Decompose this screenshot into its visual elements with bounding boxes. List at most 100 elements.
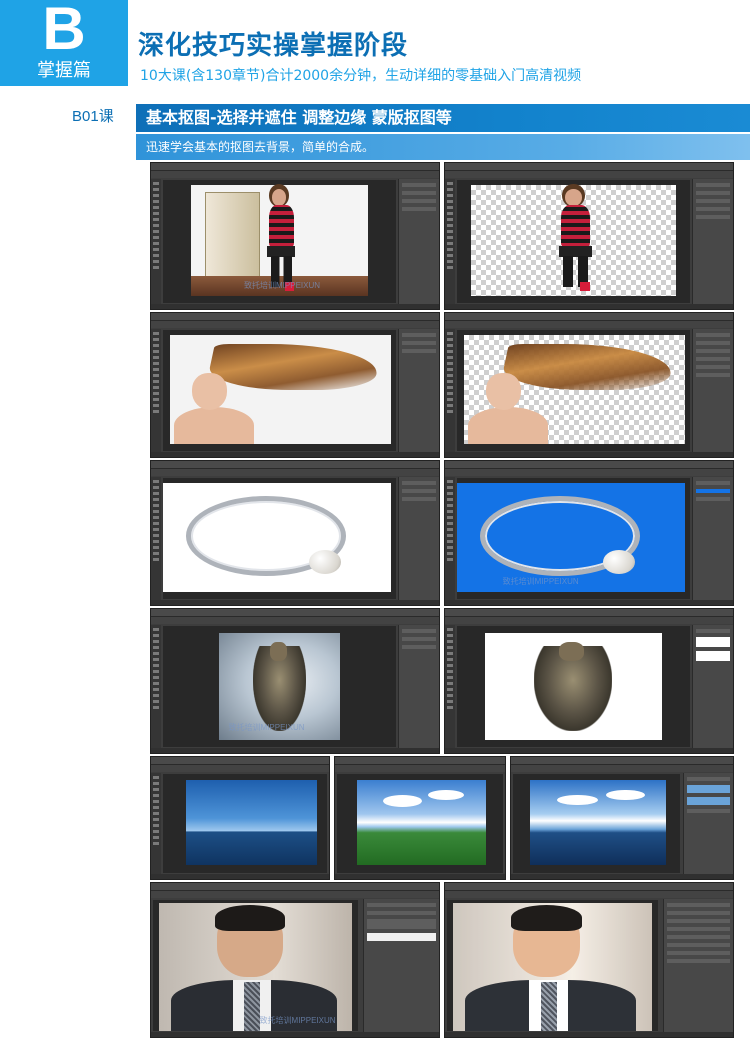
cloud-shape bbox=[557, 795, 599, 806]
tools-panel[interactable] bbox=[151, 625, 161, 753]
options-bar[interactable] bbox=[445, 617, 733, 624]
layers-panel[interactable] bbox=[691, 329, 733, 457]
tools-panel[interactable] bbox=[151, 329, 161, 457]
menu-bar[interactable] bbox=[151, 163, 439, 171]
lesson-description-bar: 迅速学会基本的抠图去背景，简单的合成。 bbox=[136, 134, 750, 160]
layers-panel[interactable] bbox=[397, 179, 439, 309]
figure-body bbox=[268, 204, 294, 247]
ps-window-lake bbox=[150, 756, 330, 880]
layers-panel[interactable] bbox=[691, 179, 733, 309]
hair-shape bbox=[510, 905, 583, 931]
menu-bar[interactable] bbox=[445, 163, 733, 171]
tools-panel[interactable] bbox=[151, 179, 161, 309]
options-bar[interactable] bbox=[151, 617, 439, 624]
options-bar[interactable] bbox=[151, 765, 329, 772]
canvas-image: 致托培训MIPPEIXUN bbox=[190, 184, 368, 296]
tools-panel[interactable] bbox=[445, 477, 455, 605]
figure-head bbox=[565, 189, 582, 206]
menu-bar[interactable] bbox=[151, 461, 439, 469]
menu-bar[interactable] bbox=[151, 313, 439, 321]
options-bar[interactable] bbox=[151, 321, 439, 328]
ps-window-composite bbox=[510, 756, 734, 880]
tools-panel[interactable] bbox=[445, 179, 455, 309]
tools-panel[interactable] bbox=[151, 773, 161, 879]
layers-panel[interactable] bbox=[691, 477, 733, 605]
options-bar[interactable] bbox=[445, 171, 733, 178]
status-bar bbox=[151, 874, 329, 879]
properties-panel[interactable] bbox=[662, 899, 733, 1037]
tools-panel[interactable] bbox=[445, 625, 455, 753]
figure-head bbox=[272, 189, 287, 206]
figure-body bbox=[561, 204, 590, 247]
options-bar[interactable] bbox=[445, 891, 733, 898]
options-bar[interactable] bbox=[445, 469, 733, 476]
layers-panel[interactable] bbox=[691, 625, 733, 753]
lesson-title: 基本抠图-选择并遮住 调整边缘 蒙版抠图等 bbox=[146, 108, 452, 127]
canvas-composite bbox=[529, 779, 667, 866]
layers-panel[interactable] bbox=[397, 329, 439, 457]
document-workspace: 致托培训MIPPEIXUN bbox=[163, 626, 396, 747]
status-bar bbox=[445, 452, 733, 457]
row-landscapes bbox=[150, 756, 734, 880]
options-bar[interactable] bbox=[511, 765, 733, 772]
document-workspace bbox=[457, 180, 690, 303]
cloud-shape bbox=[382, 795, 422, 808]
document-workspace bbox=[337, 774, 503, 873]
warrior-head bbox=[269, 641, 287, 661]
tools-panel[interactable] bbox=[151, 477, 161, 605]
options-bar[interactable] bbox=[151, 469, 439, 476]
pearl-shape bbox=[309, 550, 341, 575]
menu-bar[interactable] bbox=[511, 757, 733, 765]
options-bar[interactable] bbox=[151, 891, 439, 898]
cloud-shape bbox=[606, 790, 645, 801]
hair-shape bbox=[204, 343, 383, 390]
section-label: 掌握篇 bbox=[37, 60, 91, 81]
canvas-image bbox=[169, 334, 392, 444]
canvas-transparent bbox=[463, 334, 686, 444]
ps-window-after bbox=[444, 162, 734, 310]
document-workspace: 致托培训MIPPEIXUN bbox=[163, 180, 396, 303]
status-bar bbox=[445, 600, 733, 605]
menu-bar[interactable] bbox=[151, 609, 439, 617]
menu-bar[interactable] bbox=[335, 757, 505, 765]
status-bar bbox=[151, 452, 439, 457]
warrior-head bbox=[559, 641, 585, 661]
status-bar bbox=[151, 748, 439, 753]
ps-window-after bbox=[444, 312, 734, 458]
ps-window-after: 致托培训MIPPEIXUN bbox=[444, 460, 734, 606]
menu-bar[interactable] bbox=[445, 461, 733, 469]
row-warrior: 致托培训MIPPEIXUN bbox=[150, 608, 734, 754]
options-bar[interactable] bbox=[445, 321, 733, 328]
ps-window-after bbox=[444, 882, 734, 1038]
ps-window-before: 致托培训MIPPEIXUN bbox=[150, 162, 440, 310]
lesson-description: 迅速学会基本的抠图去背景，简单的合成。 bbox=[146, 140, 375, 154]
menu-bar[interactable] bbox=[445, 313, 733, 321]
layers-panel[interactable] bbox=[397, 625, 439, 753]
layers-panel[interactable] bbox=[683, 773, 733, 879]
canvas-lake bbox=[185, 779, 318, 866]
canvas-transparent bbox=[470, 184, 676, 296]
section-badge: B 掌握篇 bbox=[0, 0, 128, 86]
status-bar bbox=[445, 1032, 733, 1037]
tools-panel[interactable] bbox=[445, 329, 455, 457]
ps-window-before: 致托培训MIPPEIXUN bbox=[150, 882, 440, 1038]
options-bar[interactable] bbox=[151, 171, 439, 178]
status-bar bbox=[151, 304, 439, 309]
page-subtitle: 10大课(含130章节)合计2000余分钟，生动详细的零基础入门高清视频 bbox=[140, 68, 582, 84]
face-shape bbox=[192, 372, 228, 410]
document-workspace bbox=[163, 478, 396, 599]
shoulder-shape bbox=[174, 406, 255, 444]
status-bar bbox=[445, 748, 733, 753]
menu-bar[interactable] bbox=[445, 883, 733, 891]
options-bar[interactable] bbox=[335, 765, 505, 772]
layers-panel[interactable] bbox=[363, 899, 439, 1037]
menu-bar[interactable] bbox=[445, 609, 733, 617]
menu-bar[interactable] bbox=[151, 757, 329, 765]
ps-window-before: 致托培训MIPPEIXUN bbox=[150, 608, 440, 754]
lesson-title-bar: 基本抠图-选择并遮住 调整边缘 蒙版抠图等 bbox=[136, 104, 750, 132]
layers-panel[interactable] bbox=[397, 477, 439, 605]
menu-bar[interactable] bbox=[151, 883, 439, 891]
row-portrait: 致托培训MIPPEIXUN bbox=[150, 882, 734, 1038]
row-girl: 致托培训MIPPEIXUN bbox=[150, 162, 734, 310]
hair-shape bbox=[215, 905, 285, 931]
